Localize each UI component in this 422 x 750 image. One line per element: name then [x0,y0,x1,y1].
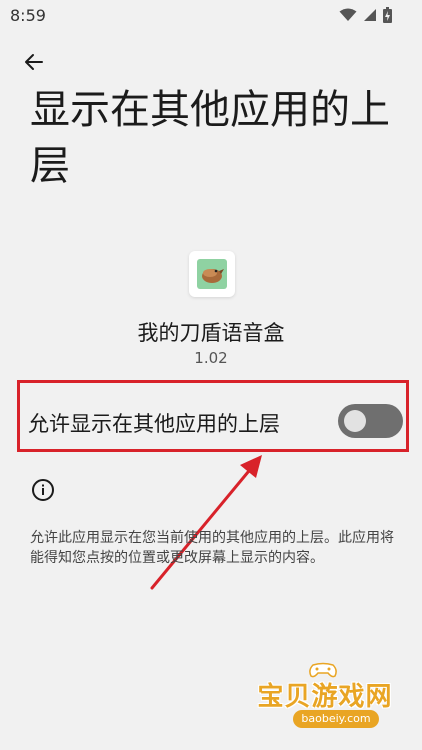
app-icon-image [197,259,227,289]
app-name: 我的刀盾语音盒 [137,321,285,345]
watermark-text: 宝贝游戏网 [257,682,393,712]
overlay-permission-row[interactable]: 允许显示在其他应用的上层 [28,394,408,448]
status-bar: 8:59 [0,0,422,30]
status-time: 8:59 [10,6,46,25]
overlay-permission-label: 允许显示在其他应用的上层 [28,412,280,436]
toggle-knob [344,410,366,432]
info-icon [31,478,55,502]
status-icons [339,7,392,23]
wifi-icon [339,8,357,21]
app-icon [189,251,235,297]
overlay-permission-toggle[interactable] [338,404,403,438]
watermark-url: baobeiy.com [293,710,379,728]
cell-signal-icon [364,9,376,21]
app-version: 1.02 [194,349,228,367]
watermark: 宝贝游戏网 baobeiy.com [245,662,405,734]
arrow-back-icon [25,54,43,70]
back-button[interactable] [18,46,50,78]
permission-description: 允许此应用显示在您当前使用的其他应用的上层。此应用将能得知您点按的位置或更改屏幕… [30,530,394,566]
page-title: 显示在其他应用的上层 [30,87,390,189]
battery-charging-icon [383,7,392,23]
